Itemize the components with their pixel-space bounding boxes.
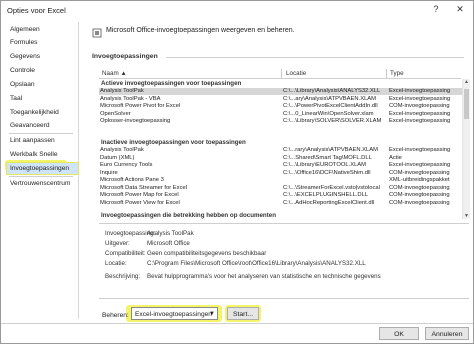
table-row[interactable]: Analysis ToolPak - VBA C:\...ary\Analysi…: [99, 96, 463, 103]
sidebar-item-vertrouwenscentrum[interactable]: Vertrouwenscentrum: [7, 178, 78, 189]
sidebar-item-werkbalk[interactable]: Werkbalk Snelle toegang: [7, 149, 78, 169]
question-mark-icon[interactable]: ?: [429, 3, 443, 16]
sidebar-item-algemeen[interactable]: Algemeen: [7, 24, 78, 35]
column-header-type[interactable]: Type: [388, 69, 460, 78]
manage-rule: [99, 298, 469, 299]
title-bar: Opties voor Excel ? ✕: [1, 1, 473, 19]
manage-select[interactable]: Excel-invoegtoepassingen ▼: [131, 307, 218, 320]
table-row[interactable]: Euro Currency Tools C:\...\Library\EUROT…: [99, 162, 463, 169]
close-icon[interactable]: ✕: [453, 3, 467, 16]
manage-label: Beheren:: [102, 312, 129, 319]
sidebar: Algemeen Formules Gegevens Controle Opsl…: [5, 22, 79, 319]
table-row[interactable]: Analysis ToolPak C:\...rary\Analysis\ATP…: [99, 147, 463, 154]
table-row[interactable]: OpenSolver C:\...0_LinearWin\OpenSolver.…: [99, 111, 463, 118]
detail-description-value: Bevat hulpprogramma's voor het analysere…: [147, 273, 381, 280]
sidebar-item-lint-aanpassen[interactable]: Lint aanpassen: [7, 135, 78, 146]
sidebar-item-gegevens[interactable]: Gegevens: [7, 51, 78, 62]
group-title-inactive: Inactieve invoegtoepassingen voor toepas…: [101, 139, 246, 146]
column-header-location[interactable]: Locatie: [284, 69, 387, 78]
table-row[interactable]: Microsoft Data Streamer for Excel C:\...…: [99, 185, 463, 192]
cancel-button[interactable]: Annuleren: [425, 327, 469, 340]
intro-text: Microsoft Office-invoegtoepassingen weer…: [106, 27, 295, 34]
scroll-up-icon[interactable]: ▲: [463, 79, 470, 85]
sidebar-item-taal[interactable]: Taal: [7, 93, 78, 104]
detail-compat-value: Geen compatibiliteitsgegevens beschikbaa…: [147, 250, 267, 257]
sidebar-item-formules[interactable]: Formules: [7, 37, 78, 48]
manage-select-value: Excel-invoegtoepassingen: [135, 311, 212, 318]
table-row[interactable]: Microsoft Power View for Excel C:\...AdH…: [99, 200, 463, 207]
group-title-documents: Invoegtoepassingen die betrekking hebben…: [101, 212, 276, 219]
table-row[interactable]: Datum (XML) C:\...Shared\Smart Tag\MOFL.…: [99, 155, 463, 162]
sidebar-divider: [9, 133, 73, 134]
table-row[interactable]: Analysis ToolPak C:\...\Library\Analysis…: [99, 88, 463, 96]
sidebar-divider-2: [9, 176, 73, 177]
table-row[interactable]: Microsoft Actions Pane 3 XML-uitbreiding…: [99, 177, 463, 184]
list-scrollbar[interactable]: ▲ ▼: [462, 79, 470, 219]
ok-button[interactable]: OK: [379, 327, 419, 340]
detail-location-value: C:\Program Files\Microsoft Office\root\O…: [147, 260, 366, 267]
sidebar-item-invoegtoepassingen[interactable]: Invoegtoepassingen: [6, 162, 79, 175]
window-title: Opties voor Excel: [7, 6, 66, 15]
table-row[interactable]: Microsoft Power Map for Excel C:\...\EXC…: [99, 192, 463, 199]
scroll-thumb[interactable]: [464, 89, 469, 119]
table-row[interactable]: Inquire C:\...\Office16\DCF\NativeShim.d…: [99, 170, 463, 177]
options-window: Opties voor Excel ? ✕ Algemeen Formules …: [0, 0, 474, 344]
list-bottom-rule: [99, 223, 469, 224]
footer-rule: [1, 323, 473, 324]
detail-compat-label: Compatibiliteit:: [105, 250, 146, 257]
detail-addin-value: Analysis ToolPak: [147, 230, 194, 237]
office-addin-icon: [92, 28, 102, 38]
group-title-active: Actieve invoegtoepassingen voor toepassi…: [101, 80, 242, 87]
sidebar-item-opslaan[interactable]: Opslaan: [7, 79, 78, 90]
chevron-down-icon: ▼: [209, 311, 215, 317]
detail-description-label: Beschrijving:: [105, 273, 141, 280]
table-row[interactable]: Oplosser-invoegtoepassing C:\...\Library…: [99, 118, 463, 125]
header-rule: [99, 78, 461, 79]
scroll-down-icon[interactable]: ▼: [463, 213, 470, 219]
sidebar-item-toegankelijkheid[interactable]: Toegankelijkheid: [7, 107, 78, 118]
section-rule: [166, 57, 464, 58]
section-title: Invoegtoepassingen: [92, 53, 158, 60]
sidebar-item-geavanceerd[interactable]: Geavanceerd: [7, 120, 78, 131]
table-row[interactable]: Microsoft Power Pivot for Excel C:\...\P…: [99, 103, 463, 110]
detail-location-label: Locatie:: [105, 260, 127, 267]
detail-publisher-value: Microsoft Office: [147, 240, 190, 247]
sidebar-item-controle[interactable]: Controle: [7, 65, 78, 76]
column-header-name[interactable]: Naam ▲: [100, 69, 282, 78]
start-button[interactable]: Start...: [227, 307, 259, 320]
detail-publisher-label: Uitgever:: [105, 240, 130, 247]
